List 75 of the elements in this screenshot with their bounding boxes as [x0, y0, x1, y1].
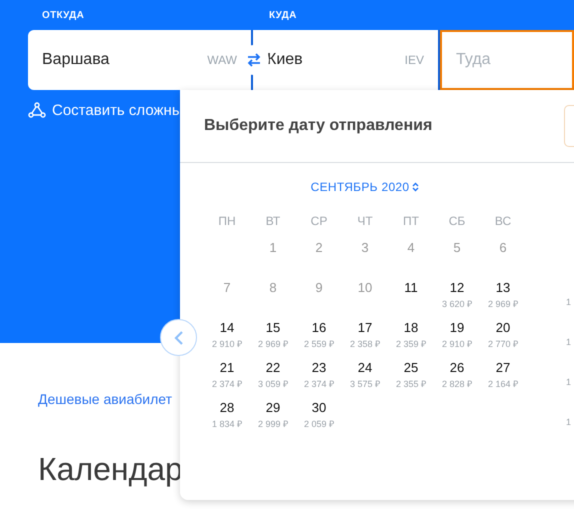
airport-code: WAW: [207, 53, 237, 67]
calendar-day: 10: [358, 280, 372, 295]
calendar-day: 1: [269, 240, 277, 255]
destination-field[interactable]: Киев IEV: [253, 30, 440, 90]
day-price: 2 828 ₽: [442, 378, 472, 390]
calendar-day[interactable]: 24: [358, 360, 372, 375]
calendar-day: 6: [499, 240, 507, 255]
calendar-day[interactable]: 28: [220, 400, 234, 415]
date-field[interactable]: Туда: [440, 30, 574, 90]
calendar-day[interactable]: 18: [404, 320, 418, 335]
calendar-day[interactable]: 16: [312, 320, 326, 335]
day-price: 1 834 ₽: [212, 418, 242, 430]
day-price: 1: [566, 337, 572, 349]
day-price: 2 355 ₽: [396, 378, 426, 390]
day-price: 2 359 ₽: [396, 338, 426, 350]
calendar-day: 5: [453, 240, 461, 255]
calendar-day[interactable]: 20: [496, 320, 510, 335]
day-price: 3 059 ₽: [258, 378, 288, 390]
calendar-day: 9: [315, 280, 323, 295]
day-price: 2 374 ₽: [212, 378, 242, 390]
calendar-day[interactable]: 26: [450, 360, 464, 375]
calendar-day: 3: [361, 240, 369, 255]
calendar-day[interactable]: 27: [496, 360, 510, 375]
day-price: 1: [566, 377, 572, 389]
day-price: 2 164 ₽: [488, 378, 518, 390]
day-price: 2 969 ₽: [258, 338, 288, 350]
calendar-day[interactable]: 30: [312, 400, 326, 415]
calendar-day[interactable]: 11: [404, 280, 418, 295]
day-price: 3 620 ₽: [442, 298, 472, 310]
swap-icon: [247, 53, 261, 67]
page-heading: Календар: [38, 451, 184, 488]
calendar-day[interactable]: 19: [450, 320, 464, 335]
airport-code: IEV: [404, 53, 424, 67]
calendar-day: 4: [407, 240, 415, 255]
calendar-day[interactable]: 14: [220, 320, 234, 335]
calendar-day: 8: [269, 280, 277, 295]
day-price: 3 575 ₽: [350, 378, 380, 390]
day-price: 1: [566, 297, 572, 309]
calendar-day[interactable]: 23: [312, 360, 326, 375]
sort-icon: [412, 182, 420, 192]
day-price: 1: [566, 417, 572, 429]
day-price: 2 999 ₽: [258, 418, 288, 430]
weekday-label: ВС: [494, 213, 512, 230]
month-selector[interactable]: СЕНТЯБРЬ 2020: [310, 180, 410, 194]
day-price: 2 910 ₽: [442, 338, 472, 350]
calendar-day: 2: [315, 240, 323, 255]
chevron-left-icon: [174, 330, 184, 344]
route-icon: [28, 102, 46, 118]
weekday-label: СР: [310, 213, 328, 230]
day-price: 2 910 ₽: [212, 338, 242, 350]
weekday-label: СБ: [448, 213, 466, 230]
calendar-day[interactable]: 25: [404, 360, 418, 375]
calendar-day[interactable]: 22: [266, 360, 280, 375]
day-price: 2 559 ₽: [304, 338, 334, 350]
calendar-day[interactable]: 15: [266, 320, 280, 335]
breadcrumb-link[interactable]: Дешевые авиабилет: [38, 391, 172, 407]
calendar-day[interactable]: 12: [450, 280, 464, 295]
field-label: ОТКУДА: [41, 10, 86, 20]
day-price: 2 358 ₽: [350, 338, 380, 350]
weekday-label: ПТ: [402, 213, 420, 230]
calendar-day[interactable]: 29: [266, 400, 280, 415]
day-price: 2 770 ₽: [488, 338, 518, 350]
day-price: 2 374 ₽: [304, 378, 334, 390]
calendar-day: 7: [223, 280, 231, 295]
weekday-label: ПН: [217, 213, 237, 230]
calendar-day[interactable]: 17: [358, 320, 372, 335]
field-label: КУДА: [268, 10, 298, 20]
day-price: 2 059 ₽: [304, 418, 334, 430]
weekday-label: ВТ: [264, 213, 282, 230]
calendar-day[interactable]: 13: [496, 280, 510, 295]
weekday-label: ЧТ: [356, 213, 374, 230]
calendar-title: Выберите дату отправления: [204, 117, 432, 135]
day-price: 2 969 ₽: [488, 298, 518, 310]
calendar-day[interactable]: 21: [220, 360, 234, 375]
origin-field[interactable]: Варшава WAW: [28, 30, 253, 90]
